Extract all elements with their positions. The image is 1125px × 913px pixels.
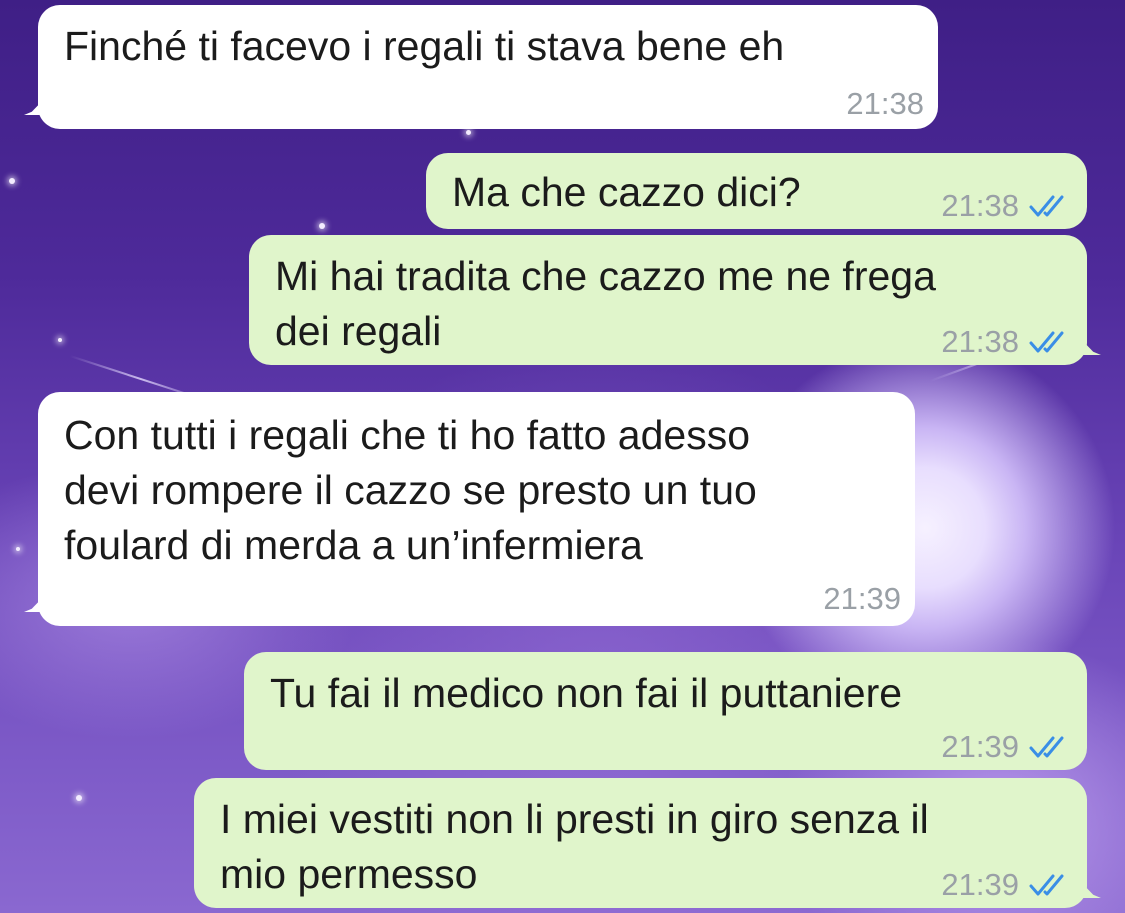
message-text: Con tutti i regali che ti ho fatto adess… bbox=[64, 412, 757, 568]
message-meta: 21:39 bbox=[941, 728, 1073, 766]
message-time: 21:39 bbox=[823, 581, 901, 616]
message-time: 21:38 bbox=[941, 324, 1019, 359]
double-check-read-icon bbox=[1029, 331, 1064, 353]
wallpaper-star bbox=[319, 223, 325, 229]
wallpaper-star bbox=[58, 338, 62, 342]
message-time: 21:39 bbox=[941, 729, 1019, 764]
message-text: Finché ti facevo i regali ti stava bene … bbox=[64, 23, 785, 69]
message-bubble-incoming[interactable]: Con tutti i regali che ti ho fatto adess… bbox=[24, 392, 915, 626]
wallpaper-star bbox=[16, 547, 20, 551]
message-bubble-incoming[interactable]: Finché ti facevo i regali ti stava bene … bbox=[24, 5, 938, 129]
wallpaper-star bbox=[466, 130, 471, 135]
message-bubble-outgoing[interactable]: Ma che cazzo dici? 21:38 bbox=[426, 153, 1087, 229]
message-text: I miei vestiti non li presti in giro sen… bbox=[220, 796, 929, 897]
message-meta: 21:38 bbox=[846, 85, 924, 123]
message-bubble-outgoing[interactable]: Tu fai il medico non fai il puttaniere 2… bbox=[244, 652, 1087, 770]
message-meta: 21:39 bbox=[941, 866, 1073, 904]
message-meta: 21:39 bbox=[823, 580, 901, 618]
double-check-read-icon bbox=[1029, 195, 1064, 217]
double-check-read-icon bbox=[1029, 874, 1064, 896]
message-bubble-outgoing[interactable]: I miei vestiti non li presti in giro sen… bbox=[194, 778, 1101, 908]
double-check-read-icon bbox=[1029, 736, 1064, 758]
message-text: Tu fai il medico non fai il puttaniere bbox=[270, 670, 903, 716]
message-time: 21:38 bbox=[846, 86, 924, 121]
message-meta: 21:38 bbox=[941, 187, 1073, 225]
message-time: 21:39 bbox=[941, 867, 1019, 902]
message-time: 21:38 bbox=[941, 188, 1019, 223]
wallpaper-star bbox=[76, 795, 82, 801]
message-bubble-outgoing[interactable]: Mi hai tradita che cazzo me ne frega dei… bbox=[249, 235, 1101, 365]
message-meta: 21:38 bbox=[941, 323, 1073, 361]
wallpaper-star bbox=[9, 178, 15, 184]
